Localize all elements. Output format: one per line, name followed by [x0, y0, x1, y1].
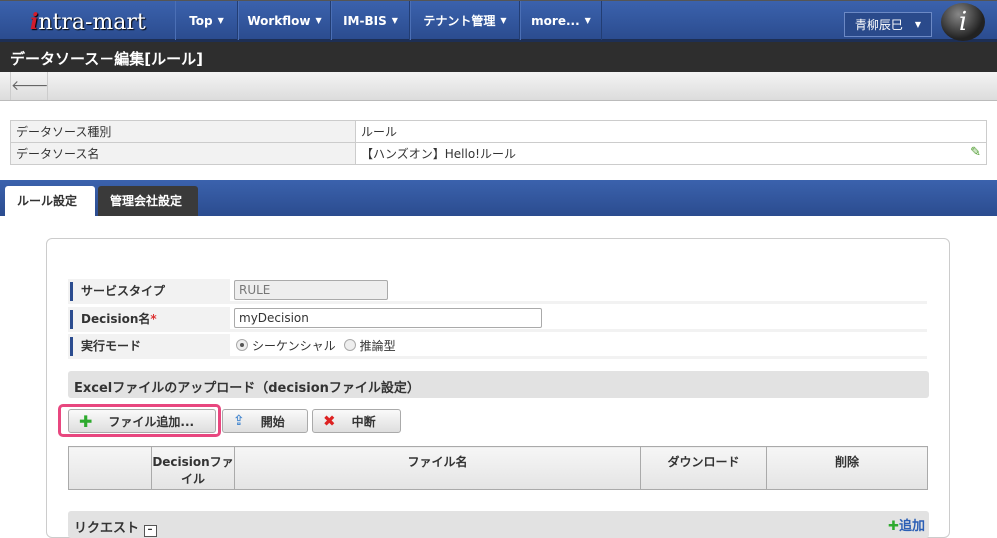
intra-mart-logo[interactable]: intra-mart: [30, 9, 146, 35]
button-label: 開始: [260, 414, 285, 429]
plus-icon: ✚: [888, 519, 899, 534]
menu-top[interactable]: Top ▼: [175, 1, 238, 40]
menu-label: IM-BIS: [343, 13, 387, 28]
form-row-mode: 実行モード シーケンシャル 推論型: [68, 334, 927, 359]
menu-label: テナント管理: [423, 14, 496, 28]
menu-im-bis[interactable]: IM-BIS ▼: [331, 1, 410, 40]
menu-label: Top: [189, 13, 213, 28]
add-request-link[interactable]: ✚追加: [888, 515, 925, 534]
column-header: ファイル名: [234, 446, 641, 490]
x-icon: ✖: [323, 412, 336, 430]
row-value: 【ハンズオン】Hello!ルール: [361, 147, 516, 161]
row-label: データソース名: [10, 142, 356, 165]
service-type-field: RULE: [234, 280, 388, 300]
pencil-icon[interactable]: ✎: [970, 145, 981, 160]
caret-down-icon: ▼: [584, 16, 591, 25]
menu-workflow[interactable]: Workflow ▼: [238, 1, 331, 40]
caret-down-icon: ▼: [315, 16, 322, 25]
field-label: サービスタイプ: [70, 282, 226, 301]
request-section-header: リクエスト – ✚追加: [68, 511, 929, 538]
stop-button[interactable]: ✖ 中断: [312, 409, 401, 433]
table-header-row: Decisionファイル ファイル名 ダウンロード 削除: [68, 446, 928, 490]
required-mark: *: [150, 312, 157, 326]
column-header: 削除: [766, 446, 928, 490]
caret-down-icon: ▼: [217, 16, 224, 25]
radio-inference[interactable]: [343, 339, 356, 351]
tab-rule-settings[interactable]: ルール設定: [5, 186, 95, 216]
radio-label: 推論型: [359, 338, 396, 353]
info-table: データソース種別 ルール データソース名 【ハンズオン】Hello!ルール ✎: [10, 120, 987, 165]
menu-label: Workflow: [247, 13, 311, 28]
column-header: [68, 446, 152, 490]
caret-down-icon: ▼: [500, 16, 507, 25]
row-label: データソース種別: [10, 120, 356, 143]
info-icon[interactable]: i: [941, 3, 985, 41]
radio-sequential[interactable]: [236, 339, 248, 351]
top-nav: intra-mart Top ▼ Workflow ▼ IM-BIS ▼ テナント管理…: [0, 0, 997, 42]
tab-bar: ルール設定 管理会社設定: [0, 180, 997, 216]
button-label: 中断: [351, 414, 376, 429]
file-table: Decisionファイル ファイル名 ダウンロード 削除: [68, 446, 928, 490]
upload-icon: ⇪: [233, 413, 245, 429]
caret-down-icon: ▼: [914, 20, 922, 29]
form-row-decision-name: Decision名* myDecision: [68, 307, 927, 332]
page-title: データソース－編集[ルール]: [0, 42, 997, 72]
section-title: リクエスト: [74, 521, 140, 536]
table-row: データソース種別 ルール: [10, 120, 987, 143]
radio-label: シーケンシャル: [252, 338, 336, 353]
link-label: 追加: [898, 519, 925, 534]
column-header: ダウンロード: [640, 446, 767, 490]
start-button[interactable]: ⇪ 開始: [222, 409, 308, 433]
table-row: データソース名 【ハンズオン】Hello!ルール ✎: [10, 142, 987, 165]
button-label: ファイル追加...: [108, 414, 195, 429]
user-menu[interactable]: 青柳辰巳 ▼: [844, 12, 932, 37]
collapse-icon[interactable]: –: [143, 525, 157, 537]
decision-name-input[interactable]: myDecision: [234, 308, 542, 328]
tab-company-settings[interactable]: 管理会社設定: [98, 186, 198, 216]
menu-more[interactable]: more... ▼: [520, 1, 602, 40]
toolbar: 🡐: [0, 72, 997, 101]
back-arrow-icon[interactable]: 🡐: [10, 72, 49, 100]
upload-section-header: Excelファイルのアップロード（decisionファイル設定）: [68, 371, 929, 398]
add-file-button[interactable]: ✚ ファイル追加...: [68, 409, 216, 433]
row-value: ルール: [355, 120, 987, 143]
field-label: Decision名: [81, 312, 151, 326]
menu-tenant[interactable]: テナント管理 ▼: [410, 1, 520, 40]
plus-icon: ✚: [79, 411, 93, 431]
menu-label: more...: [531, 13, 580, 28]
user-name: 青柳辰巳: [854, 18, 903, 32]
caret-down-icon: ▼: [391, 16, 398, 25]
form-row-service-type: サービスタイプ RULE: [68, 279, 927, 304]
field-label: 実行モード: [70, 337, 226, 356]
column-header: Decisionファイル: [151, 446, 235, 490]
